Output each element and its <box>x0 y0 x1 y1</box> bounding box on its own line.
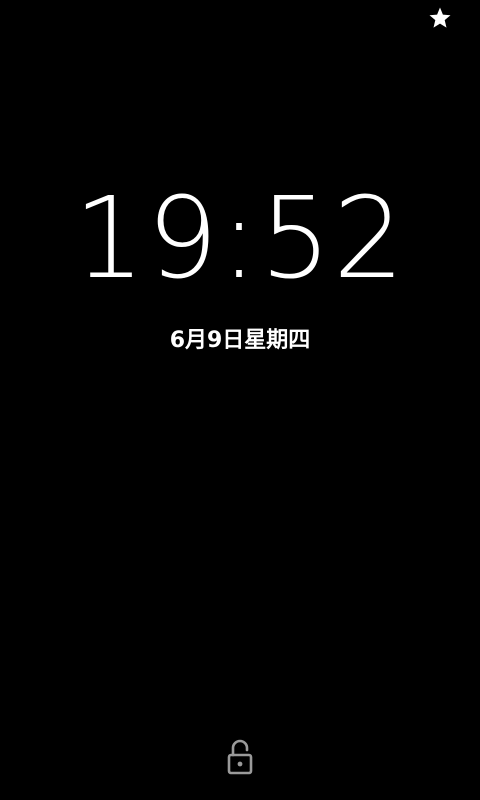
star-icon <box>428 6 452 30</box>
clock-date: 6月9日星期四 <box>169 328 311 353</box>
clock-time: 19:52 <box>73 174 407 304</box>
lock-screen: 19:52 6月9日星期四 <box>0 0 480 800</box>
unlock-icon[interactable] <box>224 738 256 776</box>
